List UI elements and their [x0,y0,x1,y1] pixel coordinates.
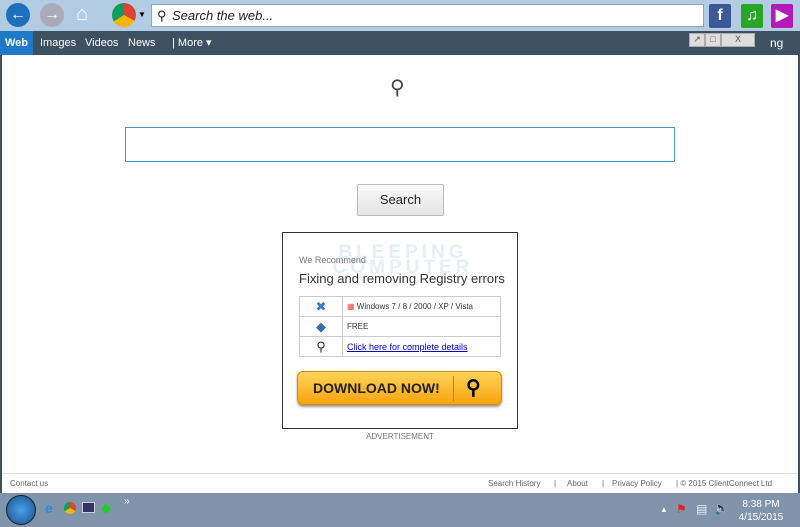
privacy-link[interactable]: Privacy Policy [612,479,662,488]
action-center-flag-icon[interactable]: ⚑ [676,502,687,516]
details-link[interactable]: Click here for complete details [347,342,468,352]
clock[interactable]: 8:38 PM 4/15/2015 [736,498,786,524]
tools-icon: ✖ [299,296,343,317]
close-icon[interactable]: X [721,33,755,47]
tray-expand-icon[interactable]: ▲ [660,505,668,514]
nav-partial-text: ng [770,36,784,50]
search-history-link[interactable]: Search History [488,479,540,488]
ie-icon[interactable]: e [45,500,53,516]
more-icon[interactable]: » [124,496,130,507]
tab-more[interactable]: | More ▾ [167,31,217,55]
tab-images[interactable]: Images [35,31,81,55]
tab-videos[interactable]: Videos [80,31,123,55]
browser-toolbar: ← → ⌂ ▼ ⚲ Search the web... f ♫ ▶ [0,0,800,31]
divider [453,376,454,401]
download-arrow-icon: ◆ [299,316,343,337]
tab-news[interactable]: News [123,31,161,55]
chrome-icon[interactable] [112,3,136,27]
ad-title: Fixing and removing Registry errors [299,271,505,286]
search-web-input[interactable]: ⚲ Search the web... [151,4,704,27]
volume-icon[interactable]: 🔈 [714,501,729,515]
magnifier-icon: ⚲ [299,336,343,357]
os-support: Windows 7 / 8 / 2000 / XP / Vista [356,302,474,311]
tab-web[interactable]: Web [0,31,34,55]
search-input[interactable] [125,127,675,162]
footer: Contact us Search History | About | Priv… [2,473,798,493]
chevron-down-icon[interactable]: ▼ [138,10,146,19]
taskbar: e ◆ » ▲ ⚑ ▤ 🔈 8:38 PM 4/15/2015 [0,493,800,527]
contact-link[interactable]: Contact us [10,479,48,488]
restore-icon[interactable]: □ [705,33,721,47]
search-placeholder: Search the web... [172,8,274,23]
search-nav: Web Images Videos News | More ▾ ↗ □ X ng [0,31,800,55]
search-button[interactable]: Search [357,184,444,216]
popout-icon[interactable]: ↗ [689,33,705,47]
start-button[interactable] [6,495,36,525]
copyright-text: © 2015 ClientConnect Ltd [680,479,773,488]
back-button[interactable]: ← [6,3,30,27]
network-icon[interactable]: ▤ [696,502,707,516]
time: 8:38 PM [742,499,780,510]
home-icon[interactable]: ⌂ [76,3,88,26]
we-recommend: We Recommend [299,255,366,265]
date: 4/15/2015 [738,512,784,523]
search-icon: ⚲ [157,8,167,23]
forward-button[interactable]: → [40,3,64,27]
music-icon[interactable]: ♫ [741,4,763,28]
price: FREE [342,316,501,337]
facebook-icon[interactable]: f [709,4,731,28]
about-link[interactable]: About [567,479,588,488]
desktop-icon[interactable] [82,502,95,513]
download-label: DOWNLOAD NOW! [313,380,440,396]
ad-features-table: ✖ ▦ Windows 7 / 8 / 2000 / XP / Vista ◆ FR… [299,296,501,357]
app-icon[interactable]: ◆ [101,500,111,516]
search-icon: ⚲ [466,377,481,399]
chrome-taskbar-icon[interactable] [64,502,76,514]
copyright: | © 2015 ClientConnect Ltd [676,479,773,488]
ad-label: ADVERTISEMENT [366,432,434,441]
download-now-button[interactable]: DOWNLOAD NOW! ⚲ [297,371,502,405]
advertisement-box[interactable]: BLEEPING COMPUTER We Recommend Fixing an… [282,232,518,429]
video-icon[interactable]: ▶ [771,4,793,28]
windows-icon: ▦ [347,302,355,311]
magnifier-logo-icon: ⚲ [390,77,405,99]
